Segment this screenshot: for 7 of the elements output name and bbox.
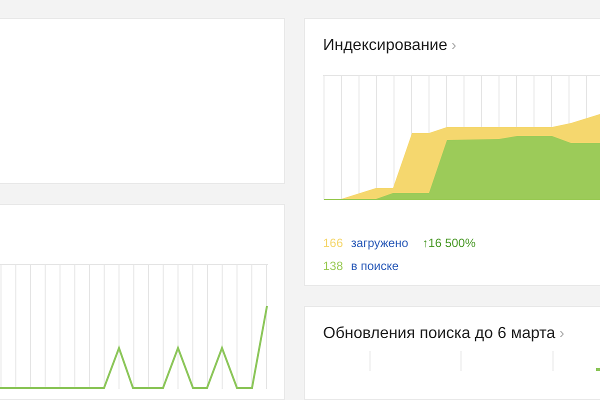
section-title[interactable]: Индексирование bbox=[323, 37, 448, 55]
section-title[interactable]: Обновления поиска до 6 марта bbox=[323, 324, 556, 343]
legend-value: 138 bbox=[323, 259, 344, 273]
change-percent: ↑16 500% bbox=[422, 236, 476, 250]
legend-label[interactable]: загружено bbox=[351, 236, 408, 250]
legend-label[interactable]: в поиске bbox=[351, 259, 399, 273]
legend-value: 166 bbox=[323, 236, 344, 250]
